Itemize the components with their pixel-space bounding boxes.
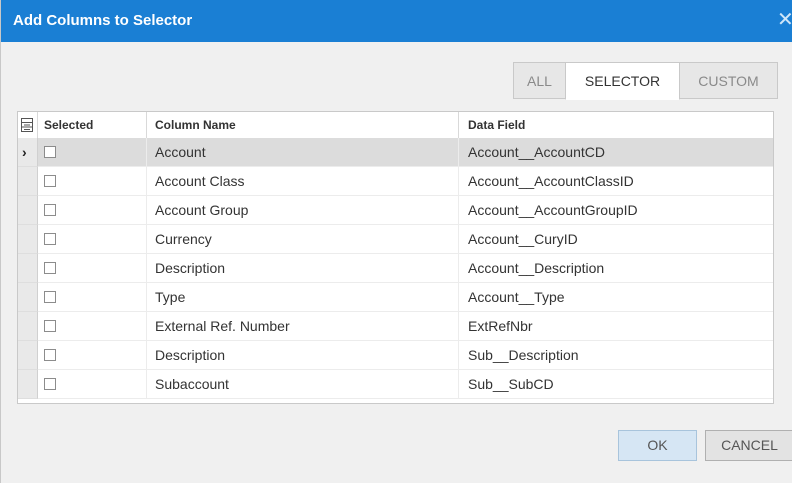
close-icon[interactable]: ✕ bbox=[777, 9, 792, 31]
table-row[interactable]: External Ref. Number ExtRefNbr bbox=[18, 312, 773, 341]
row-indicator[interactable] bbox=[18, 254, 38, 283]
add-columns-dialog: Add Columns to Selector ✕ ALL SELECTOR C… bbox=[0, 0, 792, 483]
column-name-cell[interactable]: Description bbox=[147, 254, 459, 283]
header-data-field[interactable]: Data Field bbox=[459, 112, 773, 138]
ok-button[interactable]: OK bbox=[618, 430, 697, 461]
data-field-cell[interactable]: Account__AccountGroupID bbox=[459, 196, 773, 225]
grid-header: Selected Column Name Data Field bbox=[18, 112, 773, 139]
row-indicator[interactable] bbox=[18, 167, 38, 196]
data-field-cell[interactable]: Account__Type bbox=[459, 283, 773, 312]
selected-checkbox[interactable] bbox=[44, 233, 56, 245]
selected-checkbox[interactable] bbox=[44, 320, 56, 332]
dialog-title: Add Columns to Selector bbox=[13, 12, 193, 29]
column-name-cell[interactable]: Account Group bbox=[147, 196, 459, 225]
data-field-cell[interactable]: Account__AccountClassID bbox=[459, 167, 773, 196]
data-field-cell[interactable]: Account__AccountCD bbox=[459, 138, 773, 167]
data-field-cell[interactable]: ExtRefNbr bbox=[459, 312, 773, 341]
cancel-button[interactable]: CANCEL bbox=[705, 430, 792, 461]
selected-checkbox[interactable] bbox=[44, 146, 56, 158]
selected-checkbox[interactable] bbox=[44, 262, 56, 274]
data-field-cell[interactable]: Account__Description bbox=[459, 254, 773, 283]
row-indicator[interactable] bbox=[18, 283, 38, 312]
column-name-cell[interactable]: External Ref. Number bbox=[147, 312, 459, 341]
table-row[interactable]: Description Account__Description bbox=[18, 254, 773, 283]
data-field-cell[interactable]: Account__CuryID bbox=[459, 225, 773, 254]
table-row[interactable]: Account Group Account__AccountGroupID bbox=[18, 196, 773, 225]
selected-checkbox[interactable] bbox=[44, 378, 56, 390]
table-row[interactable]: Account Class Account__AccountClassID bbox=[18, 167, 773, 196]
column-name-cell[interactable]: Type bbox=[147, 283, 459, 312]
row-indicator[interactable] bbox=[18, 225, 38, 254]
columns-grid: Selected Column Name Data Field › Account… bbox=[17, 111, 774, 404]
table-row[interactable]: Description Sub__Description bbox=[18, 341, 773, 370]
table-row[interactable]: Subaccount Sub__SubCD bbox=[18, 370, 773, 399]
row-indicator[interactable] bbox=[18, 370, 38, 399]
selected-checkbox[interactable] bbox=[44, 204, 56, 216]
table-row[interactable]: Currency Account__CuryID bbox=[18, 225, 773, 254]
tab-selector[interactable]: SELECTOR bbox=[565, 62, 680, 100]
table-row[interactable]: › Account Account__AccountCD bbox=[18, 138, 773, 167]
dialog-title-bar: Add Columns to Selector ✕ bbox=[1, 0, 792, 42]
row-indicator[interactable] bbox=[18, 341, 38, 370]
tab-custom[interactable]: CUSTOM bbox=[679, 62, 778, 99]
data-field-cell[interactable]: Sub__Description bbox=[459, 341, 773, 370]
table-row[interactable]: Type Account__Type bbox=[18, 283, 773, 312]
row-indicator[interactable] bbox=[18, 196, 38, 225]
column-name-cell[interactable]: Subaccount bbox=[147, 370, 459, 399]
column-name-cell[interactable]: Currency bbox=[147, 225, 459, 254]
header-selected[interactable]: Selected bbox=[38, 112, 147, 138]
current-row-arrow-icon: › bbox=[22, 144, 27, 160]
selected-checkbox[interactable] bbox=[44, 291, 56, 303]
selected-checkbox[interactable] bbox=[44, 349, 56, 361]
selected-checkbox[interactable] bbox=[44, 175, 56, 187]
data-field-cell[interactable]: Sub__SubCD bbox=[459, 370, 773, 399]
column-name-cell[interactable]: Description bbox=[147, 341, 459, 370]
tab-all[interactable]: ALL bbox=[513, 62, 566, 99]
header-column-name[interactable]: Column Name bbox=[147, 112, 459, 138]
row-indicator[interactable] bbox=[18, 312, 38, 341]
column-name-cell[interactable]: Account Class bbox=[147, 167, 459, 196]
column-name-cell[interactable]: Account bbox=[147, 138, 459, 167]
column-chooser-icon[interactable] bbox=[18, 112, 38, 138]
row-indicator[interactable]: › bbox=[18, 138, 38, 167]
